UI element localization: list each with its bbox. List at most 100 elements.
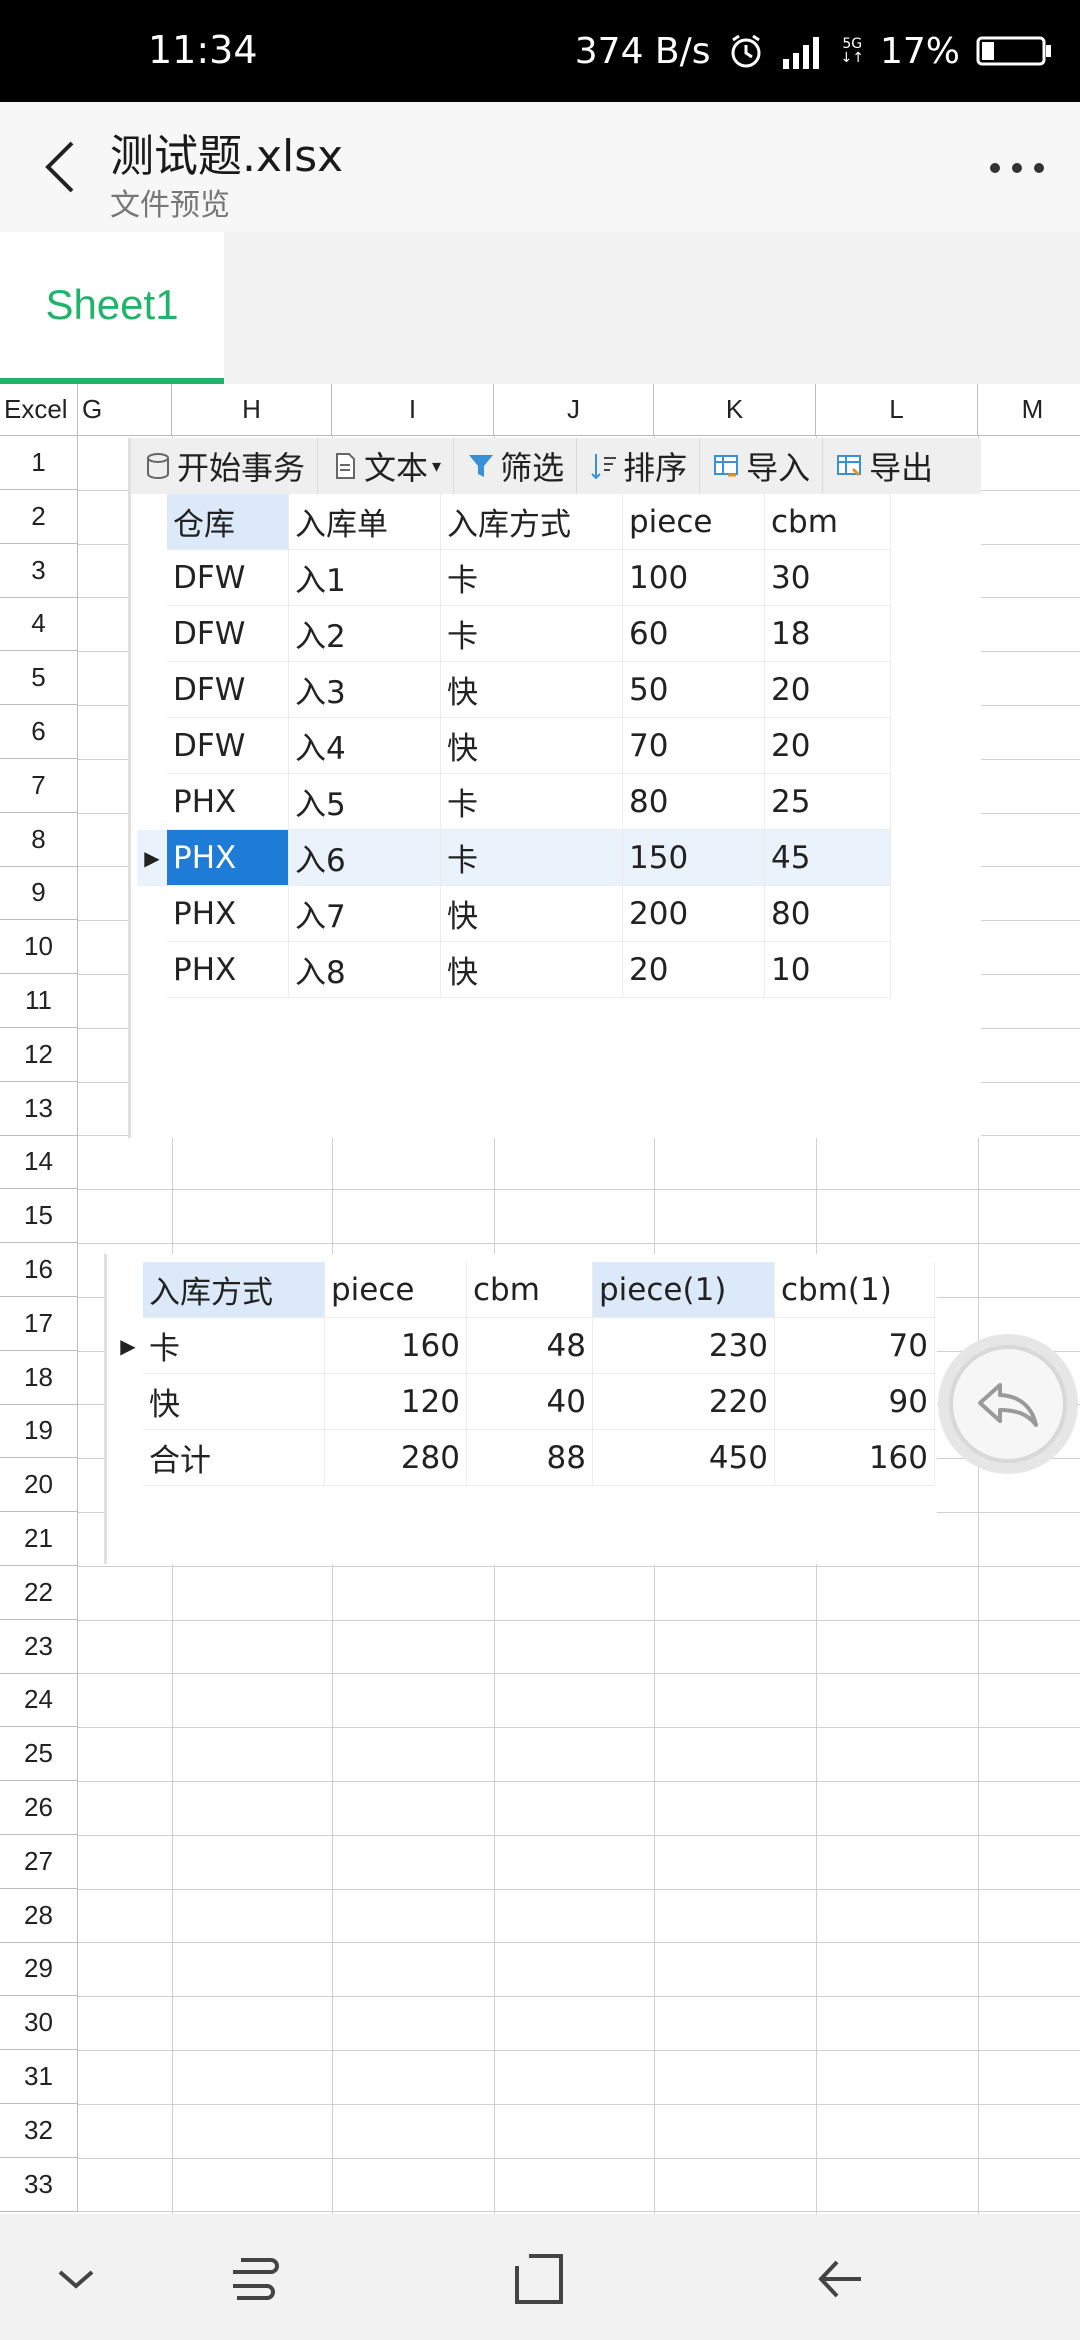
table-cell: PHX	[167, 942, 289, 998]
battery-icon	[976, 34, 1052, 68]
table-cell: 450	[593, 1430, 775, 1486]
table-cell: 快	[441, 942, 623, 998]
nav-menu-button[interactable]	[214, 2244, 294, 2314]
nav-collapse-button[interactable]	[36, 2244, 116, 2314]
dropdown-caret-icon: ▾	[432, 455, 442, 477]
grid-row-line	[78, 1727, 1080, 1729]
grid-row-line	[78, 1565, 1080, 1567]
table-header-cell: piece(1)	[593, 1262, 775, 1318]
table-cell: 48	[467, 1318, 593, 1374]
grid-row-line	[78, 1619, 1080, 1621]
table-cell: DFW	[167, 718, 289, 774]
row-header: 29	[0, 1942, 78, 1997]
row-header: 32	[0, 2103, 78, 2158]
grid-row-line	[78, 1673, 1080, 1675]
table-row: PHX 入5 卡 80 25	[137, 774, 891, 830]
embedded-toolbar: 开始事务 文本 ▾ 筛选 排序 导入 导出	[131, 438, 981, 494]
row-indicator	[137, 550, 167, 606]
grid-row-line	[78, 2211, 1080, 2213]
row-header: 11	[0, 974, 78, 1028]
back-arrow-icon	[818, 2260, 861, 2298]
sort-icon	[591, 454, 617, 480]
grid-row-line	[78, 1189, 1080, 1191]
table-cell: 30	[765, 550, 891, 606]
floating-reply-button[interactable]	[938, 1334, 1078, 1474]
table-cell: 160	[775, 1430, 935, 1486]
database-icon	[147, 453, 169, 480]
row-indicator	[137, 662, 167, 718]
table-cell: 230	[593, 1318, 775, 1374]
reply-button-inner	[949, 1345, 1067, 1463]
table-cell: DFW	[167, 550, 289, 606]
home-square-icon	[515, 2254, 563, 2304]
row-indicator	[137, 942, 167, 998]
row-header: 1	[0, 436, 78, 490]
more-options-button[interactable]	[982, 138, 1052, 198]
table-row: 合计 280 88 450 160	[113, 1430, 935, 1486]
table-cell: 25	[765, 774, 891, 830]
row-indicator	[113, 1262, 143, 1318]
status-time: 11:34	[148, 28, 258, 72]
grid-corner: Excel	[0, 384, 78, 436]
table-cell: 合计	[143, 1430, 325, 1486]
tab-sheet1[interactable]: Sheet1	[0, 232, 224, 384]
row-header: 22	[0, 1565, 78, 1620]
table-cell: 入4	[289, 718, 441, 774]
table-cell: 20	[765, 662, 891, 718]
column-header: K	[654, 384, 816, 436]
table-cell: 50	[623, 662, 765, 718]
import-icon	[714, 455, 739, 477]
summary-table: 入库方式 piece cbm piece(1) cbm(1) ▶ 卡 160 48 230 70 快 1…	[113, 1262, 935, 1486]
table-cell: 入7	[289, 886, 441, 942]
row-header: 9	[0, 866, 78, 921]
app-bar: 测试题.xlsx 文件预览	[0, 102, 1080, 232]
nav-home-button[interactable]	[500, 2244, 580, 2314]
table-row: PHX 入8 快 20 10	[137, 942, 891, 998]
column-header: J	[494, 384, 654, 436]
net-speed: 374 B/s	[574, 30, 711, 72]
table-cell: 120	[325, 1374, 467, 1430]
grid-row-line	[78, 1996, 1080, 1998]
toolbar-label: 文本	[364, 449, 429, 487]
grid-row-line	[78, 2103, 1080, 2105]
inbound-table: 仓库 入库单 入库方式 piece cbm DFW 入1 卡 100 30 DFW 入2 卡 60 18 DF…	[137, 494, 891, 998]
row-header: 7	[0, 758, 78, 813]
grid-row-line	[78, 1243, 1080, 1244]
row-indicator	[137, 494, 167, 550]
row-header: 21	[0, 1512, 78, 1566]
row-header: 5	[0, 651, 78, 706]
table-cell: 40	[467, 1374, 593, 1430]
embedded-table-image-2: 入库方式 piece cbm piece(1) cbm(1) ▶ 卡 160 48 230 70 快 1…	[104, 1254, 937, 1564]
row-header: 27	[0, 1834, 78, 1889]
toolbar-label: 导入	[746, 449, 811, 487]
table-cell: 10	[765, 942, 891, 998]
chevron-left-icon	[45, 141, 74, 193]
begin-transaction-item: 开始事务	[131, 438, 319, 494]
table-header-cell: piece	[325, 1262, 467, 1318]
status-bar: 11:34 374 B/s 5G ↓↑ 17%	[0, 0, 1080, 102]
alarm-icon	[727, 32, 765, 70]
row-header: 3	[0, 543, 78, 598]
filter-item: 筛选	[454, 438, 578, 494]
toolbar-label: 筛选	[500, 449, 565, 487]
grid-row-line	[78, 1834, 1080, 1836]
net-type-label: 5G	[842, 36, 863, 52]
row-header: 20	[0, 1458, 78, 1513]
table-cell: 快	[441, 886, 623, 942]
table-cell: 快	[143, 1374, 325, 1430]
row-indicator	[137, 774, 167, 830]
grid-row-line	[78, 1888, 1080, 1890]
embedded-table-image-1: 开始事务 文本 ▾ 筛选 排序 导入 导出 仓库 入库单 入库方式 piece …	[128, 438, 981, 1138]
table-cell: PHX	[167, 886, 289, 942]
table-cell: 45	[765, 830, 891, 886]
table-cell: 80	[623, 774, 765, 830]
nav-back-button[interactable]	[800, 2244, 880, 2314]
spreadsheet-grid[interactable]: Excel 33 32 31 30 29 28 27 26 25 24 23 22 21 20 19 18 17…	[0, 384, 1080, 2214]
table-header-cell: 入库方式	[143, 1262, 325, 1318]
row-header: 17	[0, 1296, 78, 1351]
reply-icon	[978, 1383, 1038, 1427]
table-cell: 200	[623, 886, 765, 942]
back-button[interactable]	[28, 132, 92, 202]
table-cell: 入2	[289, 606, 441, 662]
row-indicator	[113, 1430, 143, 1486]
